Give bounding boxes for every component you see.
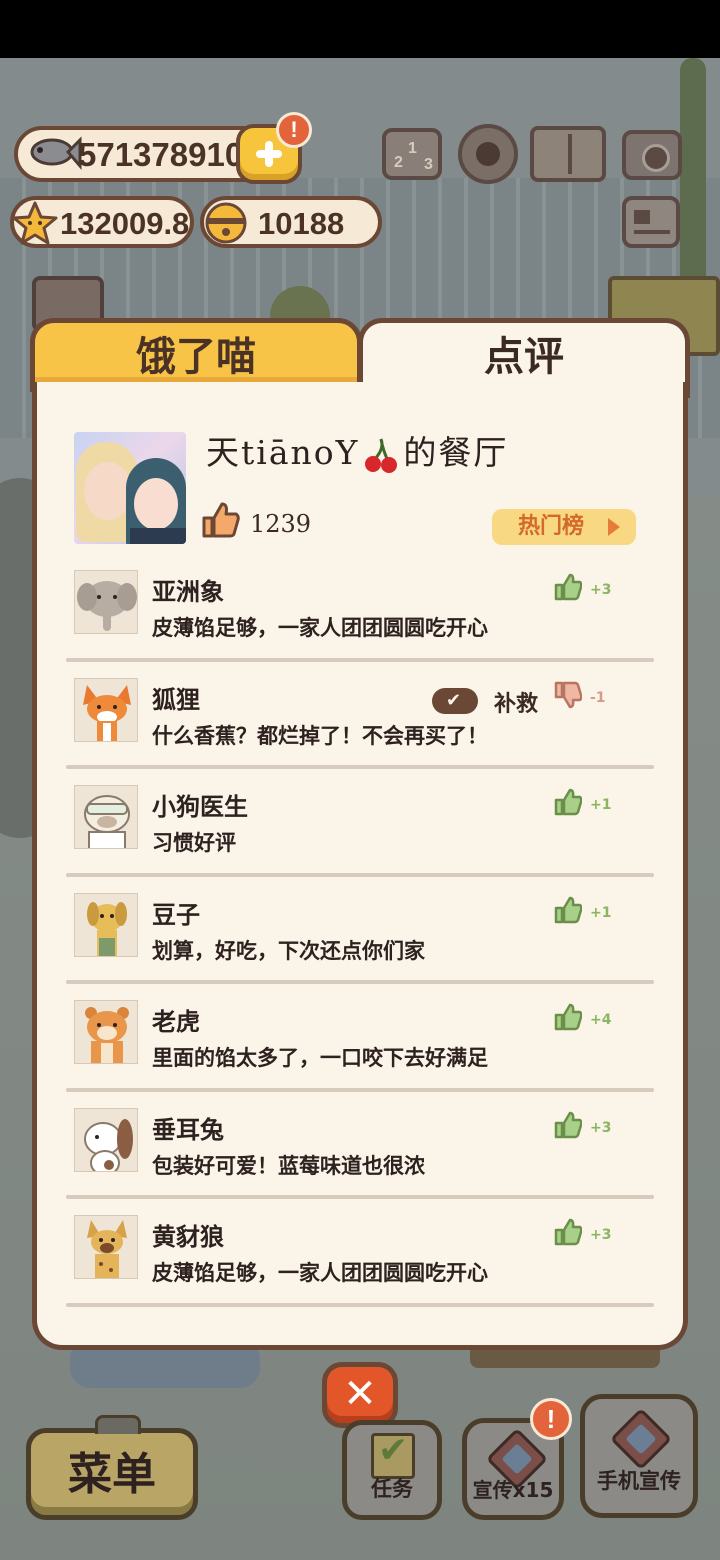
phone-promotion-label: 手机宣传: [597, 1469, 681, 1493]
divider: [66, 1195, 654, 1199]
alert-badge: !: [276, 112, 312, 148]
star-icon: [12, 201, 58, 245]
review-comment: 什么香蕉？都烂掉了！不会再买了！: [152, 723, 488, 748]
status-bar: [0, 0, 720, 58]
phone-promotion-icon: [609, 1407, 673, 1471]
reviewer-name: 豆子: [152, 900, 200, 929]
star-currency: 132009.8: [10, 196, 194, 248]
list-item: 小狗医生 习惯好评 +1: [66, 781, 656, 889]
thumbs-up-icon: [202, 502, 240, 538]
divider: [66, 765, 654, 769]
review-score: +3: [590, 1227, 612, 1243]
elephant-avatar: [74, 570, 138, 634]
coin-value: 10188: [258, 206, 345, 241]
task-label: 任务: [371, 1477, 413, 1501]
close-button[interactable]: ✕: [322, 1362, 398, 1428]
thumbs-up-icon: [554, 1003, 582, 1031]
thumbs-up-icon: [554, 788, 582, 816]
tab-hungry-meow[interactable]: 饿了喵: [30, 318, 362, 392]
divider: [66, 872, 654, 877]
reviewer-name: 黄豺狼: [152, 1223, 224, 1251]
review-score: +3: [590, 1119, 612, 1136]
review-list: 亚洲象 皮薄馅足够，一家人团团圆圆吃开心 +3 狐狸 什么香蕉？都烂掉了！不会再…: [66, 566, 656, 1319]
thumbs-up-icon: [554, 1218, 582, 1246]
alert-badge: !: [530, 1398, 572, 1440]
lop-rabbit-avatar: [74, 1107, 138, 1172]
restaurant-owner-avatar: [74, 432, 186, 544]
review-score: +1: [590, 797, 612, 813]
book-icon[interactable]: [530, 126, 606, 182]
cherry-icon: [365, 438, 398, 473]
promotion-label: 宣传x15: [472, 1478, 554, 1502]
list-item: 黄豺狼 皮薄馅足够，一家人团团圆圆吃开心 +3: [66, 1211, 656, 1319]
reviewer-name: 小狗医生: [152, 793, 248, 821]
reviewer-name: 老虎: [152, 1008, 200, 1036]
dog-doctor-avatar: [74, 785, 138, 849]
review-comment: 划算，好吃，下次还点你们家: [152, 938, 425, 963]
divider: [66, 1087, 654, 1092]
menu-button[interactable]: 菜单: [26, 1415, 198, 1520]
likes-count: 1239: [250, 510, 312, 538]
gear-icon[interactable]: [458, 124, 518, 184]
list-item: 垂耳兔 包装好可爱！蓝莓味道也很浓 +3: [66, 1104, 656, 1212]
rescue-icon[interactable]: [432, 687, 478, 714]
review-score: -1: [590, 689, 606, 706]
bell-currency: 10188: [200, 196, 382, 248]
fox-avatar: [74, 677, 138, 742]
review-score: +1: [590, 904, 612, 921]
task-button[interactable]: 任务: [342, 1420, 442, 1520]
fish-value: 571378910: [78, 136, 244, 173]
fish-icon: [30, 136, 82, 171]
phone-promotion-button[interactable]: 手机宣传: [580, 1394, 698, 1518]
thumbs-up-icon: [554, 573, 582, 601]
review-comment: 皮薄馅足够，一家人团团圆圆吃开心: [152, 1261, 488, 1285]
newspaper-icon[interactable]: [622, 196, 680, 248]
thumbs-up-icon: [554, 896, 582, 923]
review-score: +4: [590, 1012, 612, 1028]
review-comment: 里面的馅太多了，一口咬下去好满足: [152, 1046, 488, 1070]
review-comment: 皮薄馅足够，一家人团团圆圆吃开心: [152, 616, 488, 640]
camera-icon[interactable]: [622, 130, 682, 180]
hot-list-button[interactable]: 热门榜: [492, 509, 636, 545]
star-value: 132009.8: [60, 206, 190, 241]
review-score: +3: [590, 582, 612, 598]
jackal-avatar: [74, 1215, 138, 1279]
divider: [66, 980, 654, 984]
list-item: 豆子 划算，好吃，下次还点你们家 +1: [66, 889, 656, 997]
list-item: 狐狸 什么香蕉？都烂掉了！不会再买了！ 补救 -1: [66, 674, 656, 782]
review-comment: 习惯好评: [152, 831, 236, 855]
thumbs-down-icon: [554, 681, 582, 708]
restaurant-name-suffix: 的餐厅: [403, 433, 509, 472]
restaurant-name: 天tiānoY 的餐厅: [206, 426, 508, 475]
reviewer-name: 狐狸: [152, 685, 200, 714]
restaurant-name-prefix: 天tiānoY: [206, 433, 360, 472]
reviewer-name: 垂耳兔: [152, 1115, 224, 1144]
list-item: 亚洲象 皮薄馅足够，一家人团团圆圆吃开心 +3: [66, 566, 656, 674]
thumbs-up-icon: [554, 1111, 582, 1138]
list-item: 老虎 里面的馅太多了，一口咬下去好满足 +4: [66, 996, 656, 1104]
rescue-button[interactable]: 补救: [494, 686, 538, 718]
review-comment: 包装好可爱！蓝莓味道也很浓: [152, 1153, 425, 1178]
reviewer-name: 亚洲象: [152, 578, 224, 606]
ranking-icon[interactable]: 213: [382, 128, 442, 180]
tiger-avatar: [74, 1000, 138, 1064]
divider: [66, 657, 654, 662]
bell-coin-icon: [205, 202, 247, 244]
divider: [66, 1302, 654, 1307]
dog-avatar: [74, 892, 138, 957]
